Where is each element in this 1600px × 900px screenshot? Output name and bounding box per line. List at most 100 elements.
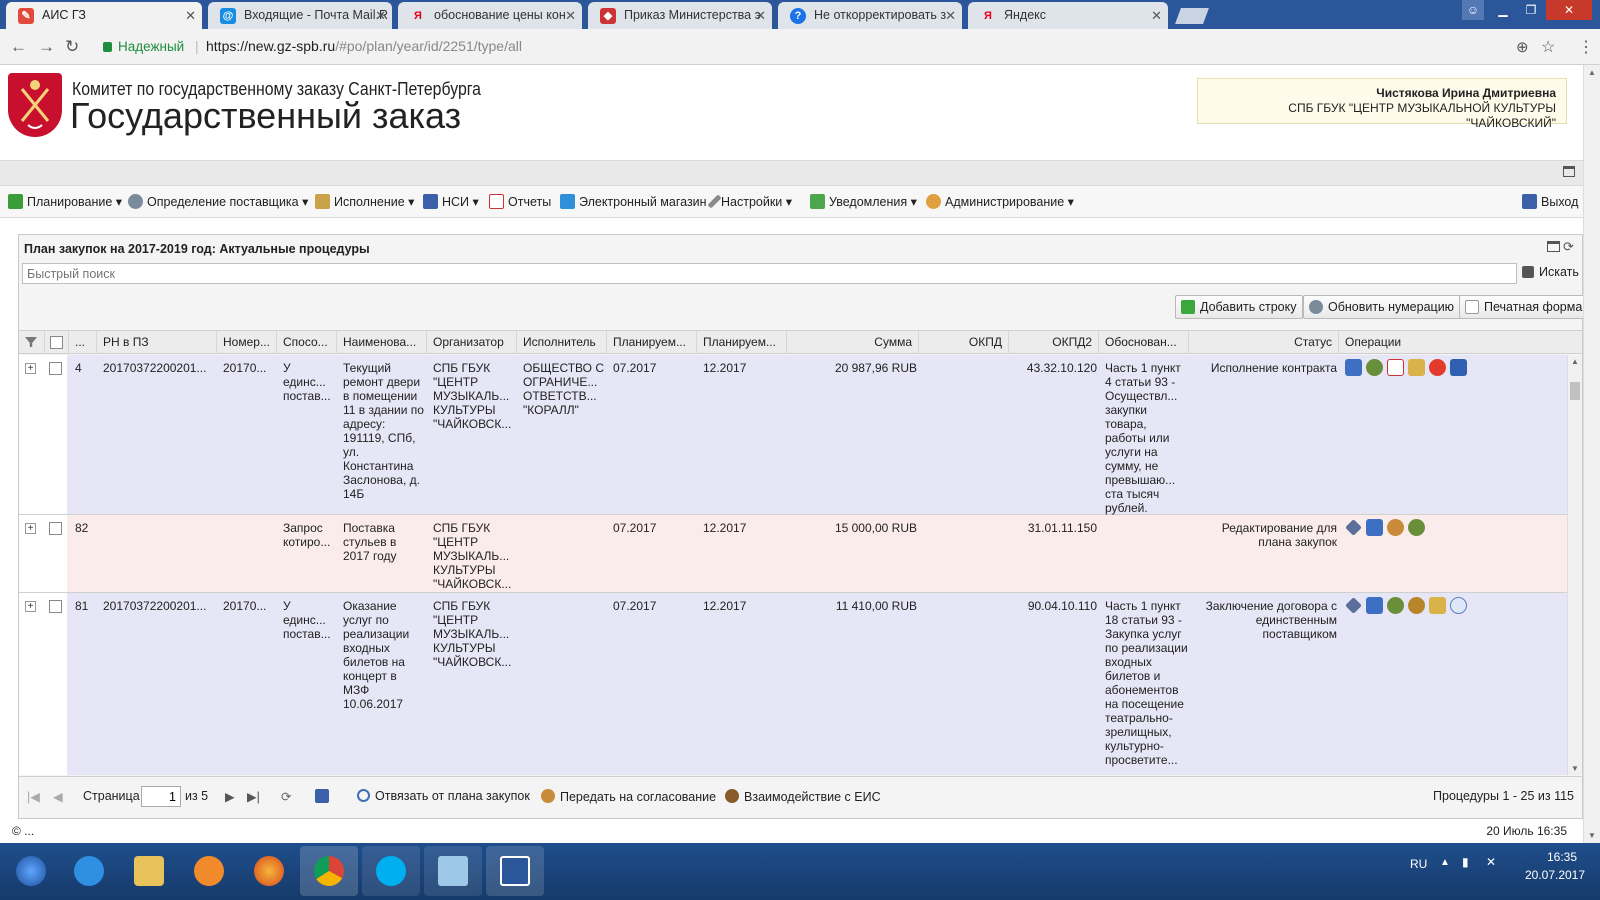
close-tab-icon[interactable]: ✕	[375, 2, 386, 29]
renumber-button[interactable]: Обновить нумерацию	[1303, 295, 1462, 319]
column-header[interactable]: Планируем...	[697, 331, 787, 354]
menu-nsi[interactable]: НСИ ▾	[423, 194, 479, 209]
clock-date[interactable]: 20.07.2017	[1518, 868, 1592, 882]
page-number-input[interactable]	[141, 786, 181, 807]
tray-arrow-icon[interactable]: ▲	[1440, 857, 1450, 868]
select-all-checkbox[interactable]	[50, 336, 63, 349]
expand-row-icon[interactable]: +	[25, 523, 36, 534]
expand-row-icon[interactable]: +	[25, 601, 36, 612]
table-row[interactable]: + 82 Запрос котиро... Поставка стульев в…	[19, 515, 1567, 593]
browser-tab-help[interactable]: ? Не откорректировать з ✕	[778, 2, 962, 29]
chart-icon[interactable]	[1345, 359, 1362, 376]
panel-collapse-icon[interactable]	[1547, 241, 1560, 252]
close-tab-icon[interactable]: ✕	[565, 2, 576, 29]
send-for-approval-button[interactable]: Передать на согласование	[541, 789, 716, 804]
browser-tab-mail[interactable]: @ Входящие - Почта Mail.R ✕	[208, 2, 392, 29]
taskbar-word[interactable]	[486, 846, 544, 896]
scroll-thumb[interactable]	[1570, 382, 1580, 400]
taskbar-media-player[interactable]	[180, 846, 238, 896]
column-header[interactable]: Номер...	[217, 331, 277, 354]
panel-refresh-icon[interactable]: ⟳	[1563, 239, 1574, 255]
row-checkbox[interactable]	[49, 522, 62, 535]
info-icon[interactable]	[1450, 597, 1467, 614]
row-checkbox[interactable]	[49, 362, 62, 375]
forward-arrow-icon[interactable]: →	[38, 37, 55, 57]
bars-icon[interactable]	[1450, 359, 1467, 376]
menu-settings[interactable]: Настройки ▾	[707, 194, 792, 209]
gear-icon[interactable]	[1408, 519, 1425, 536]
pencil-icon[interactable]	[1345, 519, 1362, 536]
print-form-button[interactable]: Печатная форма	[1459, 295, 1590, 319]
menu-supplier-selection[interactable]: Определение поставщика ▾	[128, 194, 308, 209]
taskbar-firefox[interactable]	[240, 846, 298, 896]
back-arrow-icon[interactable]: ←	[10, 37, 27, 57]
document-icon[interactable]	[1387, 359, 1404, 376]
column-header[interactable]: ...	[69, 331, 97, 354]
table-row[interactable]: + 4 20170372200201... 20170... У единс..…	[19, 355, 1567, 515]
browser-tab-ais-gz[interactable]: ✎ АИС ГЗ ✕	[6, 2, 202, 29]
column-header[interactable]: Исполнитель	[517, 331, 607, 354]
minimize-window-button[interactable]: ▁	[1490, 0, 1516, 20]
column-header[interactable]: РН в ПЗ	[97, 331, 217, 354]
hand-icon[interactable]	[1408, 359, 1425, 376]
expand-row-icon[interactable]: +	[25, 363, 36, 374]
menu-e-shop[interactable]: Электронный магазин	[560, 194, 707, 209]
close-tab-icon[interactable]: ✕	[1151, 2, 1162, 29]
column-header[interactable]: ОКПД2	[1009, 331, 1099, 354]
menu-administration[interactable]: Администрирование ▾	[926, 194, 1074, 209]
taskbar-skype[interactable]	[362, 846, 420, 896]
chart-icon[interactable]	[1366, 519, 1383, 536]
column-header[interactable]: Обоснован...	[1099, 331, 1189, 354]
bookmark-star-icon[interactable]: ☆	[1541, 37, 1555, 57]
menu-planning[interactable]: Планирование ▾	[8, 194, 122, 209]
scroll-down-icon[interactable]: ▼	[1588, 831, 1596, 840]
secure-indicator[interactable]: Надежный	[103, 39, 184, 54]
browser-tab-yandex[interactable]: Я Яндекс ✕	[968, 2, 1168, 29]
taskbar-ie[interactable]	[60, 846, 118, 896]
quick-search-input[interactable]	[22, 263, 1517, 284]
red-circle-icon[interactable]	[1429, 359, 1446, 376]
column-header[interactable]: Планируем...	[607, 331, 697, 354]
browser-tab-ministry[interactable]: ◆ Приказ Министерства э ✕	[588, 2, 772, 29]
select-all-column[interactable]	[45, 331, 69, 354]
prev-page-icon[interactable]: ◀	[53, 789, 63, 804]
first-page-icon[interactable]: |◀	[27, 789, 40, 804]
browser-menu-icon[interactable]: ⋮	[1578, 37, 1594, 57]
close-tab-icon[interactable]: ✕	[945, 2, 956, 29]
new-tab-button[interactable]	[1175, 8, 1209, 24]
scroll-up-icon[interactable]: ▲	[1571, 357, 1579, 366]
column-header[interactable]: Спосо...	[277, 331, 337, 354]
search-button[interactable]: Искать	[1522, 265, 1579, 279]
column-header[interactable]: Операции	[1339, 331, 1582, 354]
logout-button[interactable]: Выход	[1522, 194, 1578, 209]
url-field[interactable]: https://new.gz-spb.ru/#po/plan/year/id/2…	[206, 38, 522, 54]
people-icon[interactable]	[1387, 519, 1404, 536]
table-row[interactable]: + 81 20170372200201... 20170... У единс.…	[19, 593, 1567, 775]
scroll-icon[interactable]	[1429, 597, 1446, 614]
start-button[interactable]	[2, 846, 60, 896]
gear-icon[interactable]	[1387, 597, 1404, 614]
menu-reports[interactable]: Отчеты	[489, 194, 551, 209]
column-header[interactable]: Сумма	[787, 331, 919, 354]
reload-icon[interactable]: ↻	[65, 37, 79, 57]
chart-icon[interactable]	[1366, 597, 1383, 614]
volume-muted-icon[interactable]: ✕	[1486, 855, 1496, 869]
unlink-from-plan-button[interactable]: Отвязать от плана закупок	[357, 789, 530, 803]
next-page-icon[interactable]: ▶	[225, 789, 235, 804]
zoom-icon[interactable]: ⊕	[1516, 38, 1529, 56]
column-header[interactable]: Организатор	[427, 331, 517, 354]
refresh-icon[interactable]: ⟳	[281, 789, 291, 804]
scroll-up-icon[interactable]: ▲	[1588, 68, 1596, 77]
maximize-window-button[interactable]: ❐	[1518, 0, 1544, 20]
add-row-button[interactable]: Добавить строку	[1175, 295, 1304, 319]
column-header[interactable]: Статус	[1189, 331, 1339, 354]
page-vertical-scrollbar[interactable]: ▲ ▼	[1583, 65, 1600, 843]
clock-time[interactable]: 16:35	[1532, 850, 1592, 864]
user-profile-icon[interactable]: ☺	[1462, 0, 1484, 20]
column-header[interactable]: Наименова...	[337, 331, 427, 354]
browser-tab-yandex-search[interactable]: Я обоснование цены кон ✕	[398, 2, 582, 29]
menu-execution[interactable]: Исполнение ▾	[315, 194, 414, 209]
close-tab-icon[interactable]: ✕	[755, 2, 766, 29]
emblem-icon[interactable]	[1408, 597, 1425, 614]
last-page-icon[interactable]: ▶|	[247, 789, 260, 804]
